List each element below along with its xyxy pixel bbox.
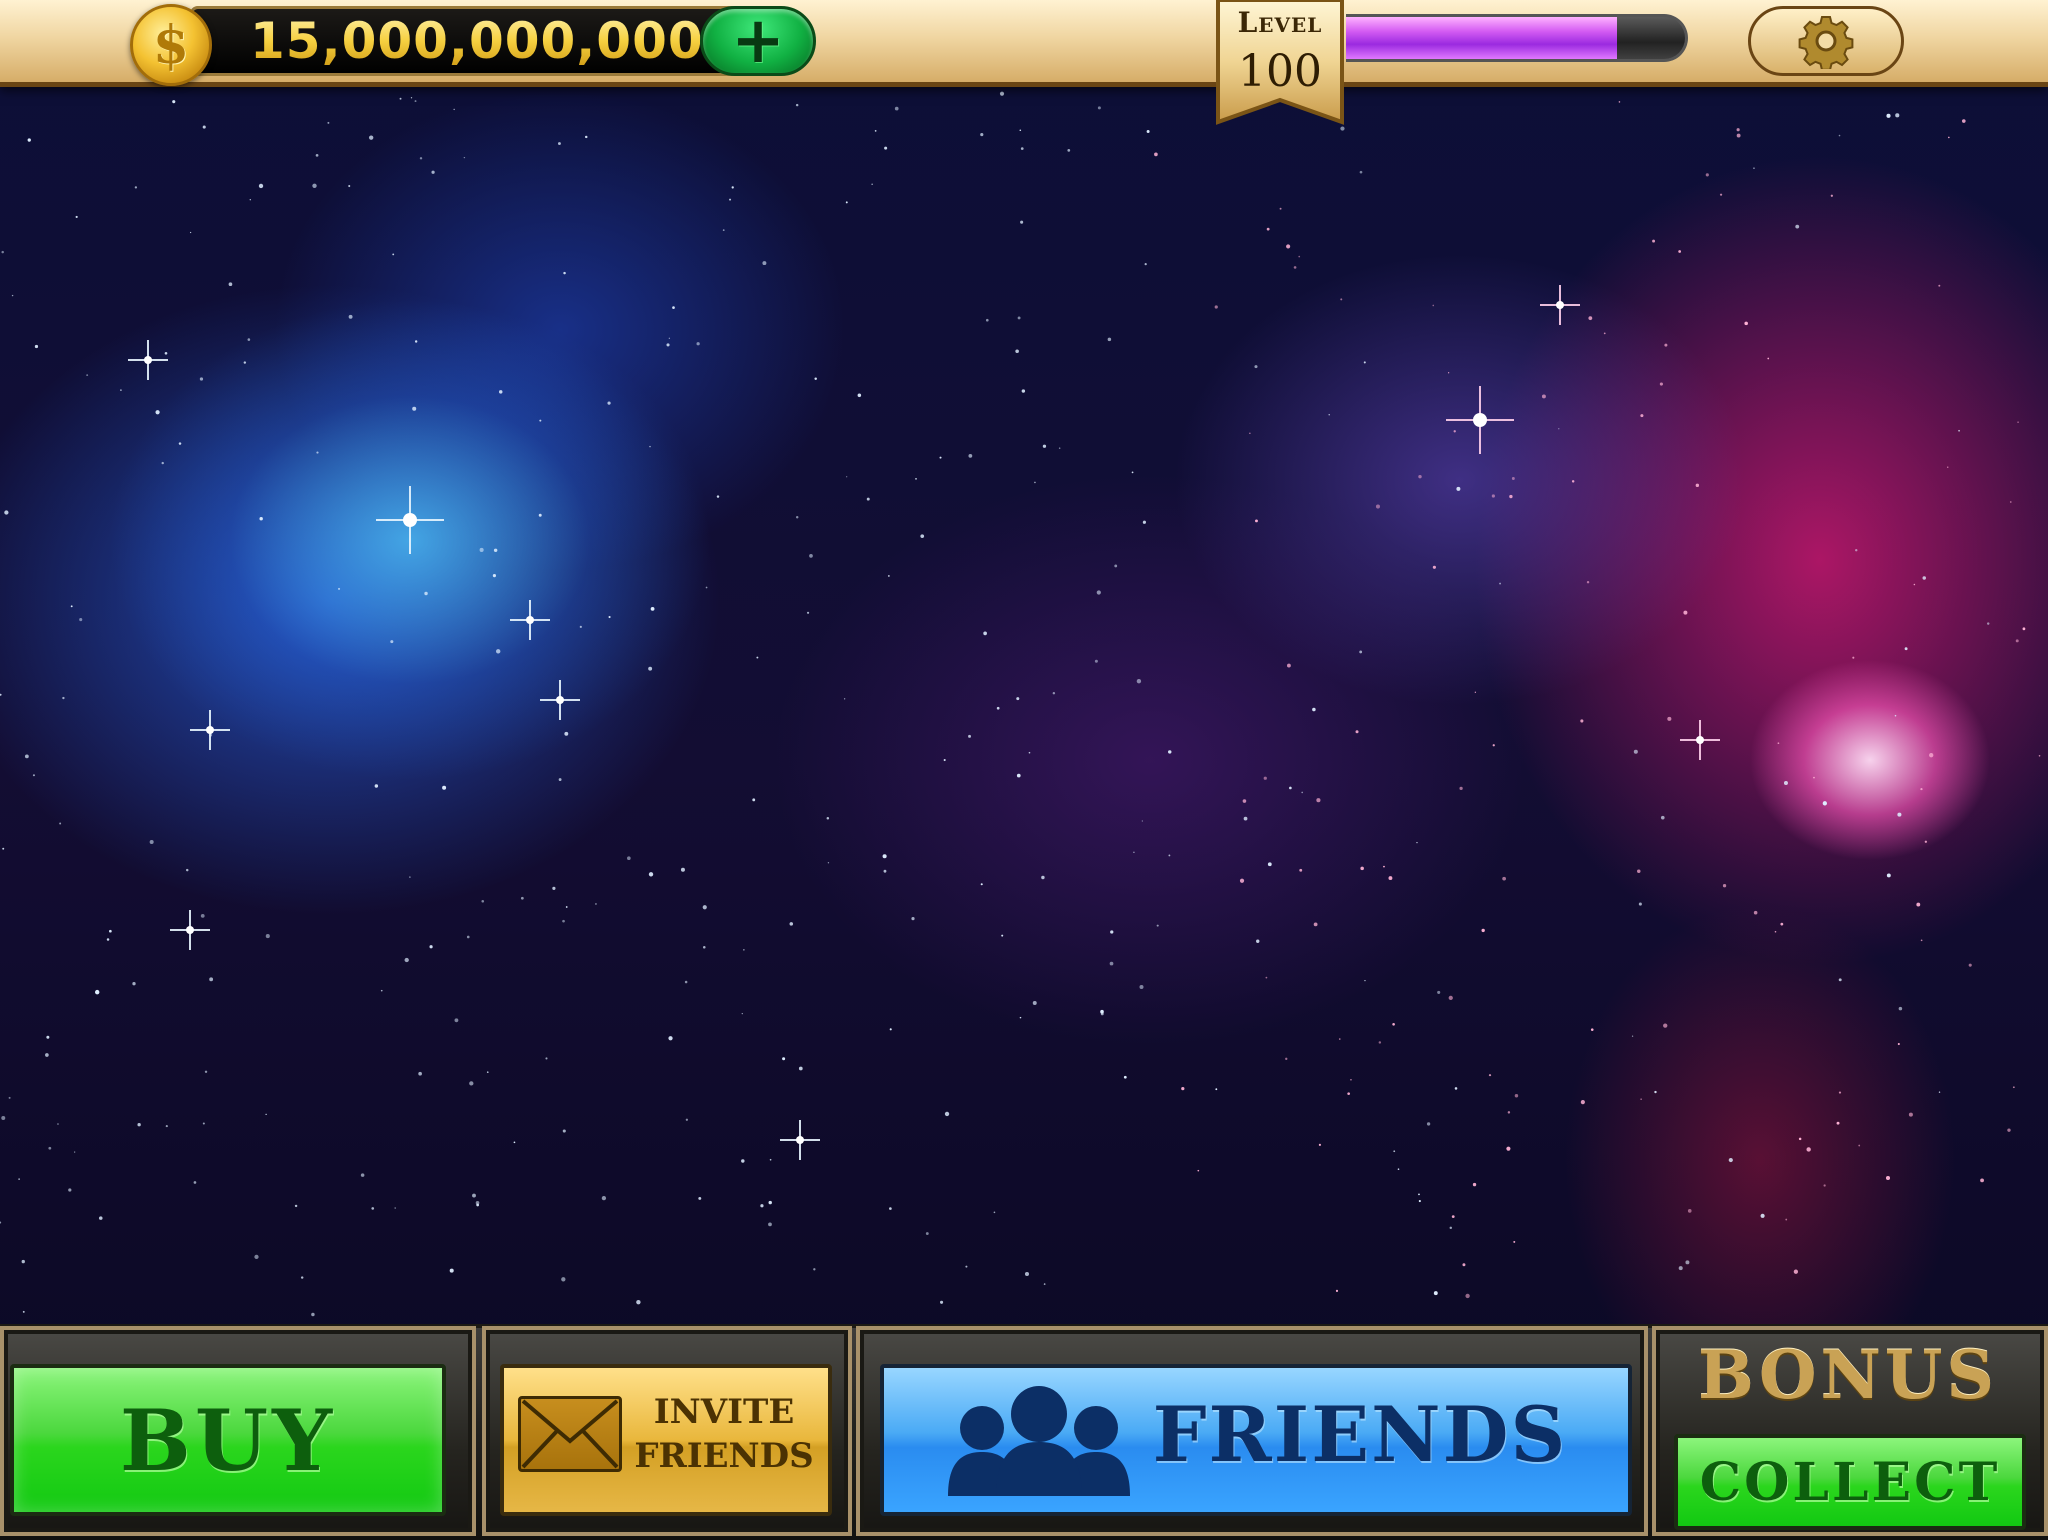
buy-label: BUY (119, 1390, 337, 1490)
add-coins-button[interactable]: + (700, 6, 816, 76)
settings-button[interactable] (1748, 6, 1904, 76)
xp-progress-fill (1346, 17, 1618, 59)
space-background (0, 0, 2048, 1536)
plus-icon: + (731, 4, 785, 78)
collect-bonus-button[interactable]: COLLECT (1674, 1434, 2026, 1530)
invite-label-line1: INVITE (653, 1392, 795, 1432)
star-field (0, 91, 2041, 1317)
invite-label-line2: FRIENDS (634, 1436, 814, 1476)
buy-button[interactable]: BUY (10, 1364, 446, 1516)
level-label: Level (1237, 6, 1323, 39)
people-icon (948, 1386, 1130, 1496)
level-value: 100 (1238, 46, 1322, 97)
bonus-label: BONUS (1697, 1336, 1999, 1414)
friends-label: FRIENDS (1152, 1390, 1568, 1479)
xp-progress-bar (1346, 14, 1688, 62)
envelope-icon (518, 1396, 622, 1472)
dollar-coin-icon: $ (130, 4, 212, 86)
collect-label: COLLECT (1699, 1451, 2001, 1513)
gear-icon (1798, 16, 1854, 69)
coin-balance: 15,000,000,000 (250, 8, 704, 74)
